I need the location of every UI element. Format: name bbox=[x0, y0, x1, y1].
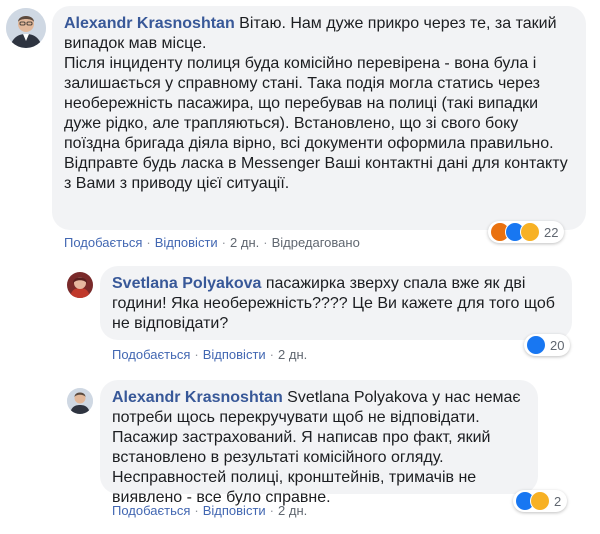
like-link[interactable]: Подобається bbox=[112, 347, 190, 362]
reaction-count: 22 bbox=[544, 224, 559, 240]
comment-text: Вітаю. Нам дуже прикро через те, за таки… bbox=[64, 15, 568, 192]
avatar[interactable] bbox=[67, 388, 93, 414]
comment-author[interactable]: Svetlana Polyakova bbox=[112, 275, 261, 292]
timestamp[interactable]: 2 дн. bbox=[278, 347, 307, 362]
like-link[interactable]: Подобається bbox=[112, 503, 190, 518]
separator: · bbox=[146, 235, 151, 250]
separator: · bbox=[194, 347, 199, 362]
reply-link[interactable]: Відповісти bbox=[155, 235, 218, 250]
comment-actions: Подобається · Відповісти · 2 дн. bbox=[112, 503, 307, 518]
timestamp[interactable]: 2 дн. bbox=[278, 503, 307, 518]
reactions-summary[interactable]: 22 bbox=[488, 221, 565, 243]
reply-link[interactable]: Відповісти bbox=[203, 503, 266, 518]
comment-author[interactable]: Alexandr Krasnoshtan bbox=[112, 389, 283, 406]
edited-label[interactable]: Відредаговано bbox=[272, 235, 360, 250]
timestamp[interactable]: 2 дн. bbox=[230, 235, 259, 250]
separator: · bbox=[221, 235, 227, 250]
reaction-count: 20 bbox=[550, 337, 565, 353]
like-link[interactable]: Подобається bbox=[64, 235, 142, 250]
comment-text: Svetlana Polyakova у нас немає потреби щ… bbox=[112, 389, 521, 506]
reactions-summary[interactable]: 20 bbox=[524, 334, 571, 356]
comment-bubble: Alexandr Krasnoshtan Вітаю. Нам дуже при… bbox=[52, 6, 586, 230]
comment-actions: Подобається · Відповісти · 2 дн. bbox=[112, 347, 307, 362]
separator: · bbox=[263, 235, 268, 250]
reactions-summary[interactable]: 2 bbox=[513, 490, 568, 512]
comment-author[interactable]: Alexandr Krasnoshtan bbox=[64, 15, 235, 32]
person-photo-icon bbox=[67, 272, 93, 298]
comment-bubble: Svetlana Polyakova пасажирка зверху спал… bbox=[100, 266, 572, 340]
person-photo-icon bbox=[67, 388, 93, 414]
separator: · bbox=[269, 347, 275, 362]
comment-actions: Подобається · Відповісти · 2 дн. · Відредагова… bbox=[64, 235, 360, 250]
separator: · bbox=[269, 503, 275, 518]
person-photo-icon bbox=[6, 8, 46, 48]
like-icon bbox=[526, 335, 546, 355]
comment-bubble: Alexandr Krasnoshtan Svetlana Polyakova … bbox=[100, 380, 538, 506]
reply-link[interactable]: Відповісти bbox=[203, 347, 266, 362]
avatar[interactable] bbox=[67, 272, 93, 298]
wow-icon bbox=[530, 491, 550, 511]
separator: · bbox=[194, 503, 199, 518]
avatar[interactable] bbox=[6, 8, 46, 48]
reaction-count: 2 bbox=[554, 493, 562, 509]
wow-icon bbox=[520, 222, 540, 242]
